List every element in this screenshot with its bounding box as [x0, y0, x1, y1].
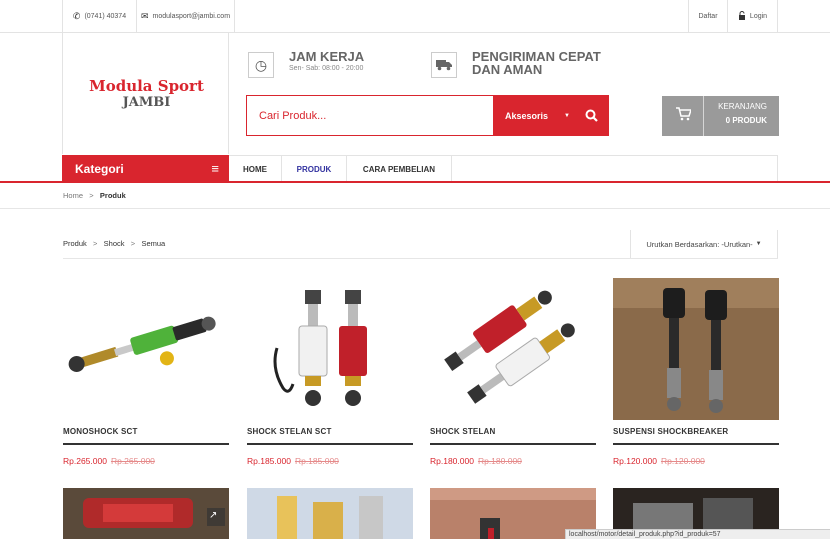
- clock-icon: ◷: [248, 52, 274, 78]
- product-image: [247, 278, 413, 420]
- working-hours: ◷ JAM KERJA Sen- Sab: 08:00 - 20:00: [248, 50, 423, 80]
- price-current: Rp.180.000: [430, 456, 474, 466]
- price-old: Rp.265.000: [110, 456, 155, 466]
- menu-icon: ≡: [211, 161, 219, 176]
- search-button[interactable]: [573, 96, 609, 135]
- working-hours-title: JAM KERJA: [289, 49, 365, 64]
- top-bar: ✆ (0741) 40374 ✉ modulasport@jambi.com D…: [0, 0, 830, 33]
- product-name[interactable]: SUSPENSI SHOCKBREAKER: [613, 427, 728, 436]
- cart-divider: [703, 96, 704, 136]
- product-price: Rp.120.000 Rp.120.000: [613, 456, 705, 466]
- breadcrumb-current: Produk: [99, 191, 126, 200]
- phone-number: (0741) 40374: [84, 13, 127, 20]
- search-bar: Aksesoris ▼: [246, 95, 609, 136]
- search-input[interactable]: [259, 106, 479, 126]
- cart-label: KERANJANG: [718, 102, 767, 111]
- product-name[interactable]: SHOCK STELAN: [430, 427, 496, 436]
- product-underline: [247, 443, 413, 445]
- nav-produk[interactable]: PRODUK: [282, 156, 347, 183]
- truck-icon: [431, 52, 457, 78]
- logo-line2: JAMBI: [122, 95, 171, 110]
- shipping-title: PENGIRIMAN CEPAT DAN AMAN: [472, 49, 601, 77]
- cart-icon: [676, 107, 693, 126]
- product-image: [63, 278, 229, 420]
- price-current: Rp.265.000: [63, 456, 107, 466]
- register-link[interactable]: Daftar: [688, 0, 728, 33]
- main-nav: HOME PRODUK CARA PEMBELIAN: [229, 155, 778, 183]
- login-link[interactable]: Login: [728, 0, 778, 33]
- nav-cara-pembelian[interactable]: CARA PEMBELIAN: [347, 156, 452, 183]
- product-image: [247, 488, 413, 539]
- product-image: [430, 278, 596, 420]
- email-address: modulasport@jambi.com: [152, 13, 231, 20]
- product-underline: [63, 443, 229, 445]
- nav-home[interactable]: HOME: [229, 156, 282, 183]
- price-old: Rp.120.000: [660, 456, 705, 466]
- product-card[interactable]: ↗: [63, 488, 229, 539]
- product-price: Rp.185.000 Rp.185.000: [247, 456, 339, 466]
- price-old: Rp.180.000: [477, 456, 522, 466]
- sort-select[interactable]: -Urutkan-: [721, 240, 752, 249]
- product-price: Rp.180.000 Rp.180.000: [430, 456, 522, 466]
- breadcrumb: Home > Produk: [63, 191, 126, 200]
- crumb-produk[interactable]: Produk: [63, 239, 87, 248]
- nav-accent-line: [0, 181, 830, 183]
- breadcrumb-home[interactable]: Home: [63, 191, 83, 200]
- category-menu-label: Kategori: [75, 162, 124, 176]
- product-underline: [613, 443, 779, 445]
- breadcrumb-separator: >: [85, 191, 98, 200]
- crumb-separator: >: [126, 239, 140, 248]
- category-select[interactable]: Aksesoris ▼: [493, 96, 573, 135]
- external-link-icon[interactable]: ↗: [209, 510, 217, 521]
- product-card[interactable]: [247, 488, 413, 539]
- cart-button[interactable]: KERANJANG 0 PRODUK: [662, 96, 779, 136]
- product-image: [63, 488, 229, 539]
- sort-label: Urutkan Berdasarkan:: [646, 239, 720, 249]
- category-menu-button[interactable]: Kategori ≡: [62, 155, 229, 182]
- logo-line1: Modula Sport: [89, 77, 204, 95]
- shipping-info: PENGIRIMAN CEPAT DAN AMAN: [431, 50, 631, 80]
- divider: [63, 258, 778, 259]
- crumb-separator: >: [88, 239, 102, 248]
- divider: [0, 208, 830, 209]
- crumb-semua: Semua: [141, 239, 166, 248]
- product-price: Rp.265.000 Rp.265.000: [63, 456, 155, 466]
- product-name[interactable]: SHOCK STELAN SCT: [247, 427, 332, 436]
- product-image: [613, 278, 779, 420]
- site-logo[interactable]: Modula Sport JAMBI: [62, 33, 229, 154]
- caret-down-icon: ▼: [755, 241, 762, 247]
- crumb-shock[interactable]: Shock: [104, 239, 125, 248]
- phone-icon: ✆: [72, 11, 81, 21]
- phone-contact[interactable]: ✆ (0741) 40374: [62, 0, 137, 33]
- search-icon: [585, 109, 598, 122]
- email-contact[interactable]: ✉ modulasport@jambi.com: [137, 0, 235, 33]
- product-name[interactable]: MONOSHOCK SCT: [63, 427, 138, 436]
- caret-down-icon: ▼: [564, 112, 570, 119]
- category-breadcrumb: Produk > Shock > Semua: [63, 239, 165, 248]
- browser-status-bar: localhost/motor/detail_produk.php?id_pro…: [565, 529, 830, 539]
- price-current: Rp.185.000: [247, 456, 291, 466]
- cart-count: 0 PRODUK: [725, 116, 767, 125]
- lock-icon: [738, 11, 746, 22]
- login-label: Login: [749, 13, 768, 20]
- envelope-icon: ✉: [140, 11, 149, 21]
- price-old: Rp.185.000: [294, 456, 339, 466]
- working-hours-subtitle: Sen- Sab: 08:00 - 20:00: [289, 65, 364, 72]
- category-select-value: Aksesoris: [505, 110, 549, 121]
- product-underline: [430, 443, 596, 445]
- sort-control: Urutkan Berdasarkan: -Urutkan- ▼: [630, 230, 778, 258]
- price-current: Rp.120.000: [613, 456, 657, 466]
